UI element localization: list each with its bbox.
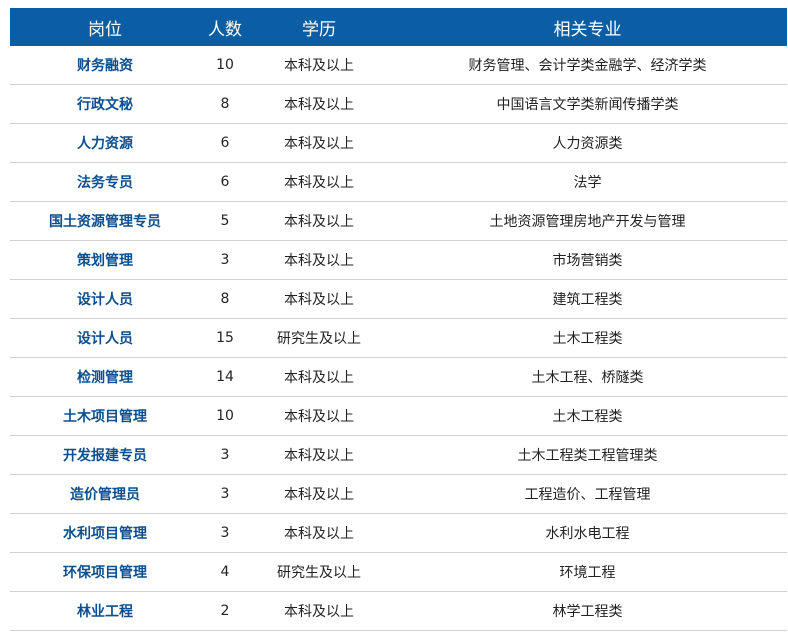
count-cell: 4 [200,552,250,592]
table-row: 人力资源 6 本科及以上 人力资源类 [10,123,787,163]
count-cell: 10 [200,46,250,85]
table-row: 策划管理 3 本科及以上 市场营销类 [10,240,787,280]
major-cell: 建筑工程类 [388,279,787,319]
count-cell: 8 [200,279,250,319]
header-major: 相关专业 [388,8,787,46]
table-row: 检测管理 14 本科及以上 土木工程、桥隧类 [10,357,787,397]
major-cell: 土木工程类工程管理类 [388,435,787,475]
major-cell: 土木工程、桥隧类 [388,357,787,397]
education-cell: 本科及以上 [250,435,388,475]
count-cell: 3 [200,240,250,280]
education-cell: 本科及以上 [250,396,388,436]
count-cell: 2 [200,591,250,631]
position-cell: 设计人员 [10,279,200,319]
header-education: 学历 [250,8,388,46]
major-cell: 土地资源管理房地产开发与管理 [388,201,787,241]
table-header-row: 岗位 人数 学历 相关专业 [10,8,787,46]
education-cell: 本科及以上 [250,474,388,514]
position-cell: 行政文秘 [10,84,200,124]
table-row: 造价管理员 3 本科及以上 工程造价、工程管理 [10,474,787,514]
table-row: 行政文秘 8 本科及以上 中国语言文学类新闻传播学类 [10,84,787,124]
table-header: 岗位 人数 学历 相关专业 [10,8,787,46]
education-cell: 本科及以上 [250,240,388,280]
position-cell: 国土资源管理专员 [10,201,200,241]
table-row: 水利项目管理 3 本科及以上 水利水电工程 [10,513,787,553]
position-cell: 法务专员 [10,162,200,202]
education-cell: 本科及以上 [250,591,388,631]
position-cell: 财务融资 [10,46,200,85]
position-cell: 设计人员 [10,318,200,358]
count-cell: 5 [200,201,250,241]
recruitment-table: 岗位 人数 学历 相关专业 财务融资 10 本科及以上 财务管理、会计学类金融学… [10,8,787,631]
count-cell: 3 [200,474,250,514]
header-position: 岗位 [10,8,200,46]
count-cell: 14 [200,357,250,397]
count-cell: 3 [200,513,250,553]
major-cell: 工程造价、工程管理 [388,474,787,514]
education-cell: 本科及以上 [250,513,388,553]
major-cell: 法学 [388,162,787,202]
position-cell: 人力资源 [10,123,200,163]
recruitment-table-container: 岗位 人数 学历 相关专业 财务融资 10 本科及以上 财务管理、会计学类金融学… [10,8,787,631]
position-cell: 环保项目管理 [10,552,200,592]
education-cell: 研究生及以上 [250,318,388,358]
major-cell: 林学工程类 [388,591,787,631]
count-cell: 8 [200,84,250,124]
table-row: 林业工程 2 本科及以上 林学工程类 [10,591,787,631]
position-cell: 造价管理员 [10,474,200,514]
major-cell: 市场营销类 [388,240,787,280]
table-row: 国土资源管理专员 5 本科及以上 土地资源管理房地产开发与管理 [10,201,787,241]
table-row: 设计人员 15 研究生及以上 土木工程类 [10,318,787,358]
count-cell: 6 [200,123,250,163]
education-cell: 本科及以上 [250,357,388,397]
major-cell: 环境工程 [388,552,787,592]
major-cell: 人力资源类 [388,123,787,163]
position-cell: 开发报建专员 [10,435,200,475]
education-cell: 本科及以上 [250,201,388,241]
position-cell: 检测管理 [10,357,200,397]
table-row: 法务专员 6 本科及以上 法学 [10,162,787,202]
education-cell: 本科及以上 [250,162,388,202]
major-cell: 中国语言文学类新闻传播学类 [388,84,787,124]
education-cell: 本科及以上 [250,46,388,85]
education-cell: 研究生及以上 [250,552,388,592]
table-row: 财务融资 10 本科及以上 财务管理、会计学类金融学、经济学类 [10,46,787,85]
education-cell: 本科及以上 [250,84,388,124]
major-cell: 水利水电工程 [388,513,787,553]
table-row: 开发报建专员 3 本科及以上 土木工程类工程管理类 [10,435,787,475]
table-row: 设计人员 8 本科及以上 建筑工程类 [10,279,787,319]
count-cell: 6 [200,162,250,202]
major-cell: 土木工程类 [388,318,787,358]
count-cell: 3 [200,435,250,475]
table-row: 环保项目管理 4 研究生及以上 环境工程 [10,552,787,592]
position-cell: 水利项目管理 [10,513,200,553]
position-cell: 策划管理 [10,240,200,280]
count-cell: 15 [200,318,250,358]
table-body: 财务融资 10 本科及以上 财务管理、会计学类金融学、经济学类 行政文秘 8 本… [10,46,787,631]
count-cell: 10 [200,396,250,436]
major-cell: 土木工程类 [388,396,787,436]
position-cell: 林业工程 [10,591,200,631]
major-cell: 财务管理、会计学类金融学、经济学类 [388,46,787,85]
position-cell: 土木项目管理 [10,396,200,436]
education-cell: 本科及以上 [250,279,388,319]
education-cell: 本科及以上 [250,123,388,163]
table-row: 土木项目管理 10 本科及以上 土木工程类 [10,396,787,436]
header-count: 人数 [200,8,250,46]
